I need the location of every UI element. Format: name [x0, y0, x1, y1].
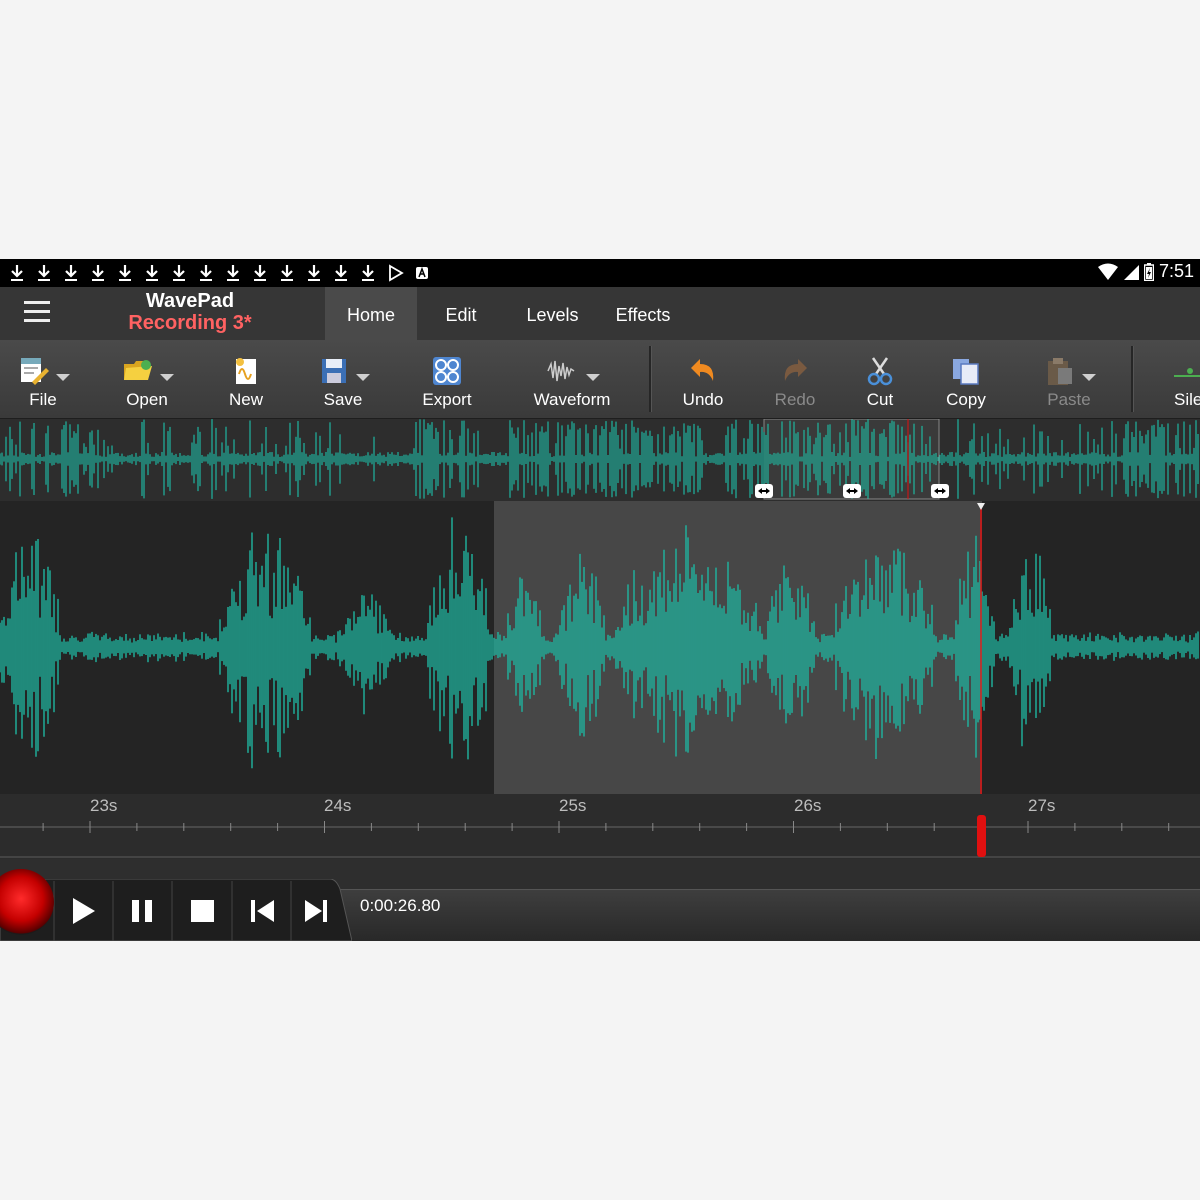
download-icon [173, 265, 185, 281]
copy-icon [953, 359, 979, 385]
paste-clipboard-icon [1048, 358, 1072, 385]
stop-button[interactable] [172, 879, 231, 941]
copy-button[interactable]: Copy [932, 340, 1000, 418]
open-button[interactable]: Open [104, 340, 190, 418]
chevron-down-icon [1082, 374, 1096, 381]
skip-to-start-button[interactable] [232, 879, 291, 941]
wavepad-app: 7:51 WavePad Recording 3* Home Edit Leve… [0, 259, 1200, 941]
text-a-icon [416, 266, 428, 279]
paste-label: Paste [1047, 390, 1091, 409]
download-icon [335, 265, 347, 281]
transport-bar: 0:00:26.80 [0, 861, 1200, 941]
overview-handle-right[interactable] [931, 484, 949, 498]
paste-button[interactable]: Paste [1030, 340, 1108, 418]
timeline-ticks [0, 815, 1200, 858]
export-label: Export [422, 390, 472, 409]
copy-label: Copy [946, 390, 986, 409]
download-icon [11, 265, 23, 281]
download-icon [362, 265, 374, 281]
silence-label: Sile [1174, 390, 1200, 409]
status-indicators: 7:51 [1097, 261, 1194, 282]
download-icon [92, 265, 104, 281]
wifi-icon [1097, 263, 1118, 280]
chevron-down-icon [356, 374, 370, 381]
play-button[interactable] [54, 879, 113, 941]
overview-waveform-plot [0, 419, 1199, 500]
undo-label: Undo [682, 390, 724, 409]
waveform-label: Waveform [533, 390, 611, 409]
undo-button[interactable]: Undo [668, 340, 738, 418]
waveform-icon [547, 360, 575, 382]
download-icon [200, 265, 212, 281]
download-icon [38, 265, 50, 281]
play-icon [73, 898, 95, 924]
pause-button[interactable] [113, 879, 172, 941]
skip-forward-icon [305, 900, 327, 922]
folder-open-icon [124, 360, 152, 380]
app-title: WavePad [145, 290, 235, 312]
download-icon [146, 265, 158, 281]
skip-to-end-button[interactable] [291, 879, 350, 941]
timeline-playhead-handle[interactable] [977, 815, 986, 857]
silence-icon [1174, 368, 1200, 377]
battery-icon [1143, 262, 1154, 281]
overview-handle-left[interactable] [755, 484, 773, 498]
download-icon [281, 265, 293, 281]
waveform-button[interactable]: Waveform [524, 340, 620, 418]
file-icon [21, 358, 49, 385]
export-icon [433, 357, 461, 385]
download-icon [227, 265, 239, 281]
download-icon [65, 265, 77, 281]
new-label: New [228, 390, 263, 409]
overview-waveform[interactable] [0, 419, 1200, 501]
save-disk-icon [322, 359, 346, 383]
skip-back-icon [251, 900, 274, 922]
status-bar: 7:51 [0, 259, 1200, 287]
new-file-icon [236, 358, 256, 384]
toolbar-divider [1131, 346, 1134, 412]
tab-levels[interactable]: Levels [515, 287, 590, 340]
tab-edit[interactable]: Edit [430, 287, 492, 340]
open-label: Open [126, 390, 168, 409]
export-button[interactable]: Export [410, 340, 484, 418]
home-toolbar: File Open New Save Export Waveform Undo … [0, 340, 1200, 419]
status-clock: 7:51 [1158, 261, 1194, 281]
notification-icons [6, 263, 433, 283]
timeline-ruler[interactable]: 23s 24s 25s 26s 27s [0, 794, 1200, 859]
redo-button[interactable]: Redo [760, 340, 830, 418]
pause-icon [132, 900, 152, 922]
tab-home[interactable]: Home [325, 287, 417, 340]
stop-icon [191, 900, 214, 922]
new-button[interactable]: New [210, 340, 282, 418]
signal-icon [1123, 264, 1139, 280]
save-button[interactable]: Save [300, 340, 386, 418]
download-icon [254, 265, 266, 281]
undo-icon [691, 359, 714, 381]
overview-handle-center[interactable] [843, 484, 861, 498]
time-display-bar: 0:00:26.80 [330, 889, 1200, 941]
chevron-down-icon [586, 374, 600, 381]
file-label: File [29, 390, 57, 409]
file-button[interactable]: File [0, 340, 86, 418]
hamburger-menu-icon[interactable] [24, 301, 60, 327]
chevron-down-icon [160, 374, 174, 381]
save-label: Save [323, 390, 363, 409]
download-icon [308, 265, 320, 281]
cut-label: Cut [866, 390, 894, 409]
silence-button[interactable]: Sile [1160, 340, 1200, 418]
redo-label: Redo [774, 390, 816, 409]
main-waveform[interactable] [0, 501, 1200, 794]
tab-effects[interactable]: Effects [605, 287, 681, 340]
main-waveform-plot [0, 501, 1199, 794]
play-store-icon [389, 264, 404, 282]
file-name: Recording 3* [128, 312, 252, 334]
toolbar-divider [649, 346, 652, 412]
app-header: WavePad Recording 3* Home Edit Levels Ef… [0, 287, 1200, 340]
scissors-icon [867, 357, 893, 386]
download-icon [119, 265, 131, 281]
chevron-down-icon [56, 374, 70, 381]
redo-icon [784, 359, 807, 381]
time-display: 0:00:26.80 [360, 896, 441, 915]
cut-button[interactable]: Cut [848, 340, 912, 418]
